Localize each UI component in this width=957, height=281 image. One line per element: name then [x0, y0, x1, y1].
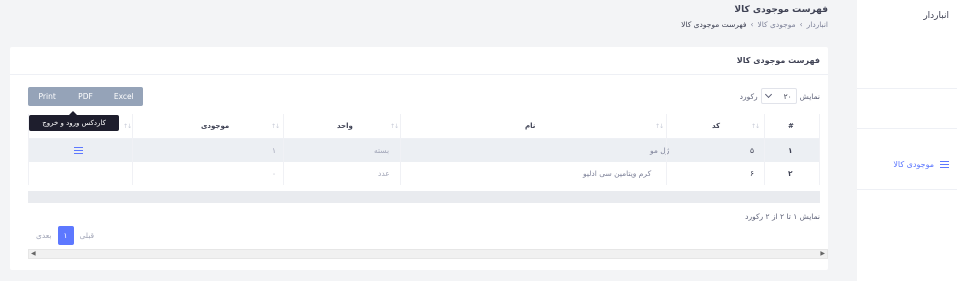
- tooltip: کاردکس ورود و خروج: [29, 111, 119, 131]
- page-title: فهرست موجودی کالا: [734, 5, 828, 15]
- sort-icon[interactable]: ↑↓: [390, 114, 399, 139]
- column-divider: [132, 114, 133, 185]
- excel-button[interactable]: Excel: [105, 87, 143, 106]
- sidebar-divider: [857, 128, 957, 129]
- list-icon: [940, 161, 949, 168]
- cell-unit: بسته: [374, 146, 390, 155]
- breadcrumb: انباردار › موجودی کالا › فهرست موجودی کا…: [681, 20, 828, 29]
- sort-icon[interactable]: ↑↓: [751, 114, 760, 139]
- column-header-unit[interactable]: واحد: [337, 114, 353, 139]
- table-row: ۲ ۶ کرم ویتامین سی ادلیو عدد ۰: [28, 162, 820, 185]
- sidebar-item-label: موجودی کالا: [893, 160, 934, 169]
- cell-index: ۲: [788, 169, 793, 178]
- column-header-stock[interactable]: موجودی: [201, 114, 229, 139]
- cell-stock: ۱: [272, 146, 277, 155]
- table-header: # کد ↑↓ نام ↑↓ واحد ↑↓ موجودی ↑↓ عملیات …: [28, 114, 820, 139]
- column-divider: [283, 114, 284, 185]
- column-divider: [764, 114, 765, 185]
- breadcrumb-separator: ›: [750, 20, 754, 29]
- pagination-next[interactable]: بعدی: [30, 226, 58, 245]
- breadcrumb-item[interactable]: انباردار: [807, 20, 828, 29]
- sidebar-divider: [857, 189, 957, 190]
- pagination: بعدی ۱ قبلی: [30, 226, 100, 245]
- sort-icon[interactable]: ↑↓: [655, 114, 664, 139]
- page-length-select[interactable]: ۲۰: [760, 88, 797, 104]
- pagination-prev[interactable]: قبلی: [74, 226, 101, 245]
- card-header: فهرست موجودی کالا: [10, 47, 828, 75]
- sort-icon[interactable]: ↑↓: [123, 114, 132, 139]
- pdf-button[interactable]: PDF: [66, 87, 104, 106]
- kardex-icon[interactable]: [74, 147, 83, 154]
- cell-code: ۵: [750, 146, 755, 155]
- breadcrumb-current: فهرست موجودی کالا: [681, 20, 747, 29]
- chevron-down-icon: [764, 90, 772, 99]
- column-header-index[interactable]: #: [788, 114, 794, 139]
- page-length-value: ۲۰: [783, 91, 792, 101]
- cell-index: ۱: [788, 146, 793, 155]
- sidebar: انباردار موجودی کالا: [857, 0, 957, 281]
- card-title: فهرست موجودی کالا: [736, 56, 820, 65]
- sort-icon[interactable]: ↑↓: [271, 114, 280, 139]
- column-header-name[interactable]: نام: [525, 114, 535, 139]
- export-button-group: Print PDF Excel: [28, 87, 143, 106]
- length-suffix: رکورد: [739, 91, 758, 101]
- page-length-control: نمایش ۲۰ رکورد: [740, 88, 820, 104]
- length-prefix: نمایش: [799, 91, 820, 101]
- table-info: نمایش ۱ تا ۲ از ۲ رکورد: [745, 212, 820, 221]
- cell-code: ۶: [750, 169, 755, 178]
- scroll-left-icon[interactable]: ◀: [31, 250, 36, 258]
- inventory-card: فهرست موجودی کالا Print PDF Excel نمایش …: [10, 47, 828, 270]
- column-divider: [400, 114, 401, 185]
- sidebar-item-inventory[interactable]: موجودی کالا: [893, 160, 949, 169]
- print-button[interactable]: Print: [28, 87, 66, 106]
- column-divider: [666, 114, 667, 185]
- scroll-right-icon[interactable]: ▶: [820, 250, 825, 258]
- column-divider: [819, 114, 820, 185]
- breadcrumb-separator: ›: [799, 20, 803, 29]
- horizontal-scrollbar[interactable]: ◀ ▶: [28, 249, 828, 259]
- page-header: فهرست موجودی کالا انباردار › موجودی کالا…: [681, 5, 828, 29]
- cell-name: کرم ویتامین سی ادلیو: [583, 169, 652, 178]
- pagination-page-1[interactable]: ۱: [57, 226, 74, 245]
- breadcrumb-item[interactable]: موجودی کالا: [757, 20, 795, 29]
- sidebar-divider: [857, 88, 957, 89]
- table-row: ۱ ۵ ژل مو بسته ۱: [28, 139, 820, 162]
- cell-unit: عدد: [378, 169, 390, 178]
- cell-stock: ۰: [272, 169, 277, 178]
- sidebar-brand[interactable]: انباردار: [923, 11, 949, 21]
- column-header-code[interactable]: کد: [712, 114, 720, 139]
- table-scroll-area[interactable]: [28, 191, 820, 203]
